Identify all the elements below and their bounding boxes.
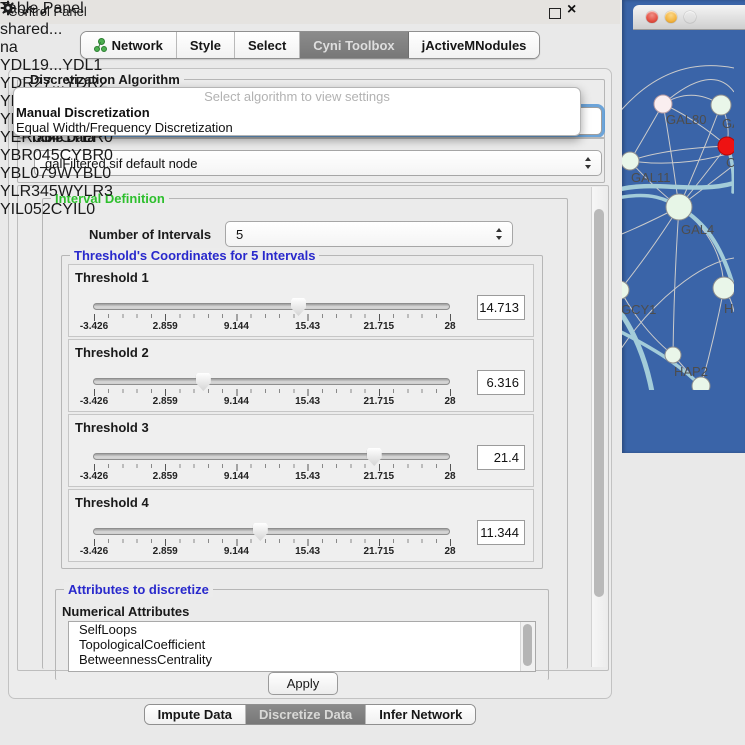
slider-tick-labels: -3.4262.8599.14415.4321.71528 xyxy=(94,546,451,558)
list-item[interactable]: SelfLoops xyxy=(69,622,535,637)
network-view-window[interactable]: GAL80 GA C GAL11 GAL4 H GCY1 HAP2 xyxy=(622,0,745,453)
node-right-mid xyxy=(713,277,734,299)
number-of-intervals-label: Number of Intervals xyxy=(89,227,211,242)
threshold-slider-track[interactable] xyxy=(93,303,450,310)
node-label-gal4: GAL4 xyxy=(681,222,714,237)
thresholds-group-label: Threshold's Coordinates for 5 Intervals xyxy=(70,248,319,263)
list-scrollbar[interactable] xyxy=(520,622,535,671)
stepper-arrows-icon xyxy=(585,157,592,169)
column-header-shared[interactable]: shared... xyxy=(0,21,117,39)
node-top-right xyxy=(711,95,731,115)
table-row[interactable]: YLR345WYLR3 xyxy=(0,183,117,201)
thresholds-group: Threshold's Coordinates for 5 Intervals … xyxy=(61,255,543,569)
threshold-value-field[interactable]: 14.713 xyxy=(477,295,525,320)
tab-impute-data[interactable]: Impute Data xyxy=(145,705,246,724)
table-data-combobox[interactable]: galFiltered.sif default node xyxy=(34,150,602,176)
stepper-arrows-icon xyxy=(496,228,503,240)
attributes-group: Attributes to discretize Numerical Attri… xyxy=(55,589,549,680)
node-label-gcy1: GCY1 xyxy=(622,302,656,317)
tab-infer-network[interactable]: Infer Network xyxy=(366,705,475,724)
mac-close-icon[interactable] xyxy=(646,11,658,23)
node-gal80 xyxy=(654,95,672,113)
apply-button[interactable]: Apply xyxy=(268,672,338,695)
node-label-clipped-mid: C xyxy=(726,155,734,170)
bottom-tabbar: Impute DataDiscretize DataInfer Network xyxy=(0,704,620,725)
threshold-slider-track[interactable] xyxy=(93,453,450,460)
column-header-name[interactable]: na xyxy=(0,39,117,57)
algorithm-placeholder: Select algorithm to view settings xyxy=(14,88,580,105)
slider-tick-labels: -3.4262.8599.14415.4321.71528 xyxy=(94,396,451,408)
number-of-intervals-combobox[interactable]: 5 xyxy=(225,221,513,247)
slider-major-ticks xyxy=(94,389,451,396)
checkbox-icon[interactable]: ✓ xyxy=(38,3,51,20)
table-header-row[interactable]: shared... na xyxy=(0,21,117,57)
threshold-panel: Threshold 1 -3.4262.8599.14415.4321.7152… xyxy=(68,264,534,337)
node-label-hap2: HAP2 xyxy=(674,364,708,379)
attributes-group-label: Attributes to discretize xyxy=(64,582,213,597)
numerical-attributes-list[interactable]: SelfLoopsTopologicalCoefficientBetweenne… xyxy=(68,621,536,672)
threshold-slider-track[interactable] xyxy=(93,528,450,535)
node-gcy1 xyxy=(622,281,629,299)
node-gal4 xyxy=(666,194,692,220)
slider-major-ticks xyxy=(94,464,451,471)
settings-scrollpane: Interval Definition Number of Intervals … xyxy=(17,185,609,671)
numerical-attributes-label: Numerical Attributes xyxy=(62,604,189,619)
popup-item-manual[interactable]: Manual Discretization xyxy=(14,105,580,120)
node-hap2 xyxy=(665,347,681,363)
gear-icon[interactable] xyxy=(0,0,16,16)
float-window-icon[interactable] xyxy=(549,8,561,19)
threshold-value-field[interactable]: 11.344 xyxy=(477,520,525,545)
slider-tick-labels: -3.4262.8599.14415.4321.71528 xyxy=(94,321,451,333)
table-toolbar: ✓ ✓ xyxy=(0,0,117,21)
node-label-clipped-low: H xyxy=(724,301,733,316)
table-row[interactable]: YIL052CYIL0 xyxy=(0,201,117,219)
network-window-titlebar[interactable] xyxy=(633,5,745,30)
threshold-slider-track[interactable] xyxy=(93,378,450,385)
tab-style[interactable]: Style xyxy=(177,32,235,58)
threshold-value-field[interactable]: 6.316 xyxy=(477,370,525,395)
tab-discretize-data[interactable]: Discretize Data xyxy=(246,705,366,724)
table-row[interactable]: YDL19...YDL1 xyxy=(0,57,117,75)
threshold-label: Threshold 4 xyxy=(75,495,149,510)
table-row[interactable]: YBR045CYBR0 xyxy=(0,147,117,165)
network-canvas[interactable]: GAL80 GA C GAL11 GAL4 H GCY1 HAP2 xyxy=(622,0,745,395)
close-icon[interactable]: × xyxy=(567,1,576,19)
node-red xyxy=(718,137,734,155)
node-label-gal11: GAL11 xyxy=(631,170,671,185)
interval-definition-group: Interval Definition Number of Intervals … xyxy=(42,198,568,669)
node-label-gal80: GAL80 xyxy=(666,112,706,127)
mac-zoom-icon[interactable] xyxy=(684,11,696,23)
node-label-clipped-top: GA xyxy=(722,116,734,131)
threshold-label: Threshold 2 xyxy=(75,345,149,360)
number-of-intervals-value: 5 xyxy=(236,227,243,242)
threshold-panel: Threshold 3 -3.4262.8599.14415.4321.7152… xyxy=(68,414,534,487)
scrollbar-thumb[interactable] xyxy=(594,209,604,597)
threshold-value-field[interactable]: 21.4 xyxy=(477,445,525,470)
threshold-label: Threshold 1 xyxy=(75,270,149,285)
tab-select[interactable]: Select xyxy=(235,32,300,58)
tab-jactivemnodules[interactable]: jActiveMNodules xyxy=(409,32,540,58)
checkbox-icon[interactable]: ✓ xyxy=(20,3,33,20)
vertical-scrollbar[interactable] xyxy=(591,187,607,667)
list-item[interactable]: BetweennessCentrality xyxy=(69,652,535,667)
table-body[interactable]: YDL19...YDL1YDR27...YDR2YBR043CYBR0YPR14… xyxy=(0,57,117,219)
slider-major-ticks xyxy=(94,314,451,321)
table-row[interactable]: YBL079WYBL0 xyxy=(0,165,117,183)
threshold-panel: Threshold 2 -3.4262.8599.14415.4321.7152… xyxy=(68,339,534,412)
list-item[interactable]: TopologicalCoefficient xyxy=(69,637,535,652)
popup-item-equal-width[interactable]: Equal Width/Frequency Discretization xyxy=(14,120,580,135)
node-gal11 xyxy=(622,152,639,170)
slider-tick-labels: -3.4262.8599.14415.4321.71528 xyxy=(94,471,451,483)
tab-cyni-toolbox[interactable]: Cyni Toolbox xyxy=(300,32,408,58)
mac-minimize-icon[interactable] xyxy=(665,11,677,23)
slider-major-ticks xyxy=(94,539,451,546)
threshold-label: Threshold 3 xyxy=(75,420,149,435)
algorithm-dropdown-popup: Select algorithm to view settings Manual… xyxy=(13,87,581,136)
threshold-panel: Threshold 4 -3.4262.8599.14415.4321.7152… xyxy=(68,489,534,562)
